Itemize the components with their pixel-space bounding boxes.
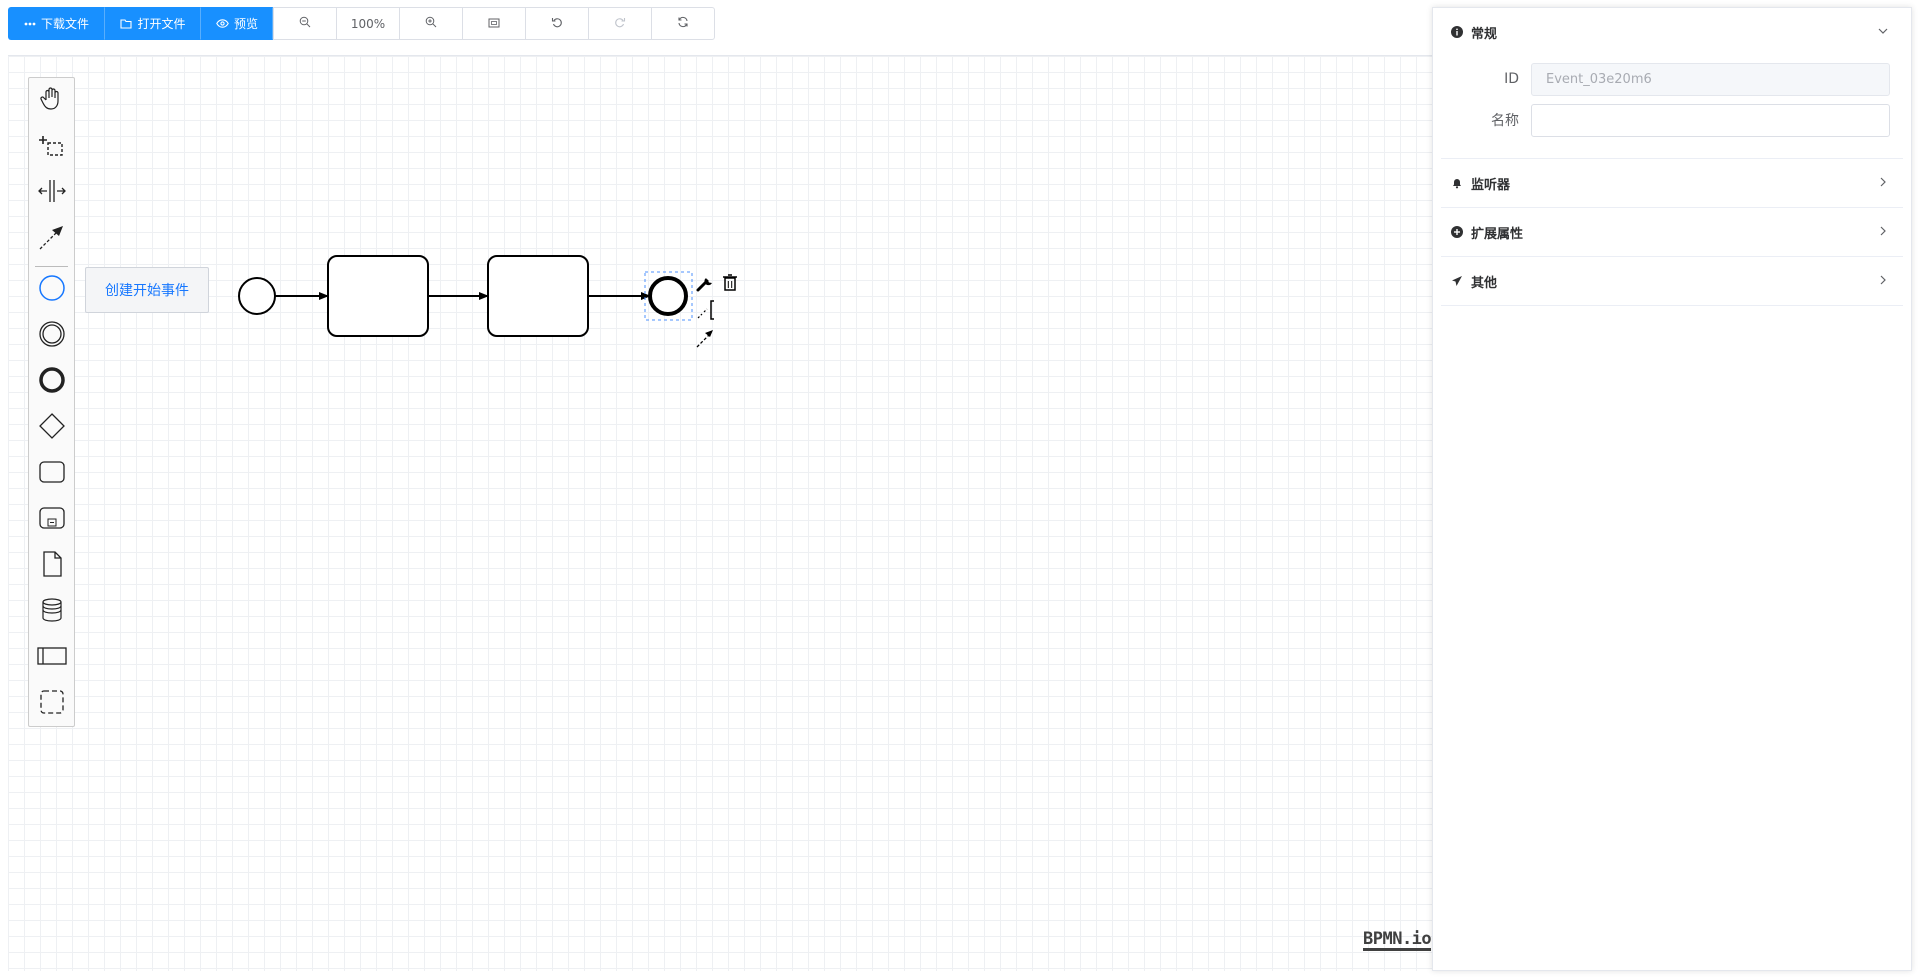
chevron-right-icon [1877,274,1889,290]
create-group-tool[interactable] [29,681,74,723]
task-shape[interactable] [487,255,589,337]
other-section: 其他 [1441,257,1903,306]
connect-arrow-icon[interactable] [696,330,713,348]
space-tool-icon [37,180,66,202]
general-section-body: ID 名称 [1441,56,1903,158]
create-data-object-tool[interactable] [29,543,74,585]
group-icon [39,690,64,714]
id-label: ID [1504,71,1519,87]
task-icon [38,461,65,483]
start-event-shape[interactable] [238,277,276,315]
create-subprocess-tool[interactable] [29,497,74,539]
extensions-section-header[interactable]: 扩展属性 [1441,208,1903,256]
bell-icon [1451,177,1463,189]
extensions-section: 扩展属性 [1441,208,1903,257]
chevron-down-icon [1877,25,1889,41]
id-row: ID [1441,62,1903,96]
create-task-tool[interactable] [29,451,74,493]
create-gateway-tool[interactable] [29,405,74,447]
data-store-icon [41,598,62,622]
space-tool[interactable] [29,170,74,212]
end-event-icon [38,367,65,393]
palette-tooltip: 创建开始事件 [85,267,209,313]
hand-tool[interactable] [29,78,74,120]
create-data-store-tool[interactable] [29,589,74,631]
intermediate-event-icon [38,321,65,347]
plus-circle-icon [1451,226,1463,238]
subprocess-icon [38,507,65,529]
connect-tool-icon [39,226,63,250]
create-end-event-tool[interactable] [29,359,74,401]
name-row: 名称 [1441,103,1903,137]
pool-icon [36,647,67,665]
name-label: 名称 [1491,113,1519,129]
trash-icon[interactable] [723,274,737,291]
other-section-title: 其他 [1471,275,1498,291]
create-pool-tool[interactable] [29,635,74,677]
send-icon [1451,275,1463,287]
create-start-event-tool[interactable] [29,267,74,309]
listeners-section-title: 监听器 [1471,177,1511,193]
end-event-shape-selected[interactable] [644,271,693,321]
text-annotation-icon[interactable] [697,300,714,320]
chevron-right-icon [1877,176,1889,192]
properties-panel: 常规 ID 名称 监听器 [1432,7,1912,971]
listeners-section-header[interactable]: 监听器 [1441,159,1903,207]
create-intermediate-event-tool[interactable] [29,313,74,355]
lasso-tool[interactable] [29,124,74,166]
bpmn-io-logo[interactable]: BPMN.io [1363,930,1432,951]
info-icon [1451,26,1463,38]
hand-icon [39,87,59,110]
extensions-section-title: 扩展属性 [1471,226,1524,242]
task-shape[interactable] [327,255,429,337]
name-field[interactable] [1531,103,1890,137]
global-connect-tool[interactable] [29,216,74,258]
general-section: 常规 ID 名称 [1441,8,1903,159]
data-object-icon [42,551,62,577]
start-event-icon [38,275,65,301]
bpmn-diagram [238,255,737,348]
other-section-header[interactable]: 其他 [1441,257,1903,305]
general-section-title: 常规 [1471,26,1498,42]
listeners-section: 监听器 [1441,159,1903,208]
wrench-icon[interactable] [696,278,712,292]
chevron-right-icon [1877,225,1889,241]
general-section-header[interactable]: 常规 [1441,8,1903,56]
id-field[interactable] [1531,62,1890,96]
tool-palette [28,77,75,727]
lasso-icon [38,136,63,156]
gateway-icon [38,413,65,439]
